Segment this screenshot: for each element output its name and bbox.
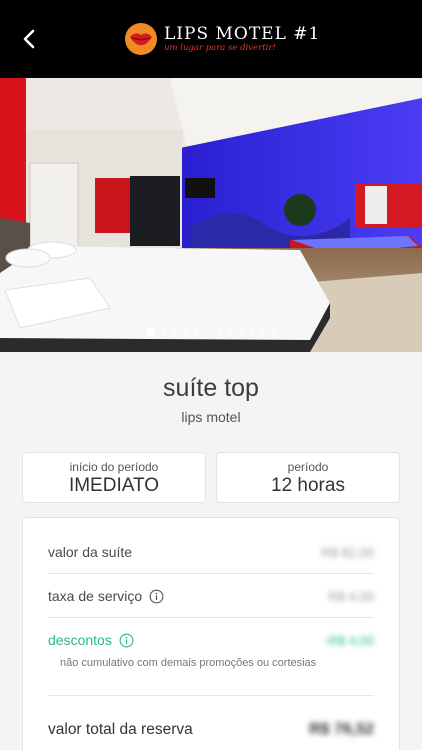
carousel-dot[interactable] [162,329,166,333]
logo-tagline: um lugar para se divertir! [164,42,276,53]
service-fee-value: R$ 4,00 [328,588,374,604]
discount-note: não cumulativo com demais promoções ou c… [60,657,317,669]
carousel-dot[interactable] [195,329,199,333]
chevron-left-icon [23,29,35,49]
period-duration-box[interactable]: período 12 horas [216,452,400,503]
carousel-dot[interactable] [239,329,243,333]
suite-photo-carousel[interactable] [0,78,422,352]
lips-logo-icon [125,23,157,55]
suite-price-value: R$ 82,00 [321,544,374,560]
discount-row: descontos -R$ 4,00 [48,632,374,648]
suite-name: suíte top [163,374,259,402]
period-duration-label: período [287,460,329,474]
divider [48,573,374,574]
period-start-box[interactable]: início do período IMEDIATO [22,452,206,503]
carousel-dot[interactable] [250,329,254,333]
discount-value: -R$ 4,00 [324,632,374,648]
carousel-dot[interactable] [146,327,155,336]
discount-label-group: descontos [48,632,134,648]
service-fee-label: taxa de serviço [48,588,143,604]
period-duration-value: 12 horas [271,475,345,496]
logo-name: LIPS MOTEL #1 [164,23,321,44]
back-button[interactable] [14,24,44,54]
period-start-value: IMEDIATO [68,475,160,496]
info-icon[interactable] [149,589,164,604]
carousel-dot[interactable] [184,329,188,333]
app-header: LIPS MOTEL #1 um lugar para se divertir! [0,0,422,78]
motel-name: lips motel [181,409,241,425]
carousel-dot[interactable] [206,329,210,333]
carousel-pagination [0,327,422,336]
carousel-dot[interactable] [173,329,177,333]
divider [48,617,374,618]
service-fee-label-group: taxa de serviço [48,588,164,604]
suite-photo [0,78,422,352]
total-label: valor total da reserva [48,721,193,738]
price-summary-card: valor da suíte R$ 82,00 taxa de serviço … [22,517,400,750]
carousel-dot[interactable] [261,329,265,333]
service-fee-row: taxa de serviço R$ 4,00 [48,588,374,604]
app-logo: LIPS MOTEL #1 um lugar para se divertir! [124,20,320,58]
suite-price-label: valor da suíte [48,544,133,560]
suite-price-row: valor da suíte R$ 82,00 [48,544,374,560]
carousel-dot[interactable] [272,329,276,333]
carousel-dot[interactable] [217,329,221,333]
divider [48,695,374,696]
total-value: R$ 76,52 [309,721,374,738]
carousel-dot[interactable] [228,329,232,333]
info-icon[interactable] [119,633,134,648]
discount-label: descontos [48,632,112,648]
period-start-label: início do período [69,460,159,474]
total-row: valor total da reserva R$ 76,52 [48,721,374,739]
